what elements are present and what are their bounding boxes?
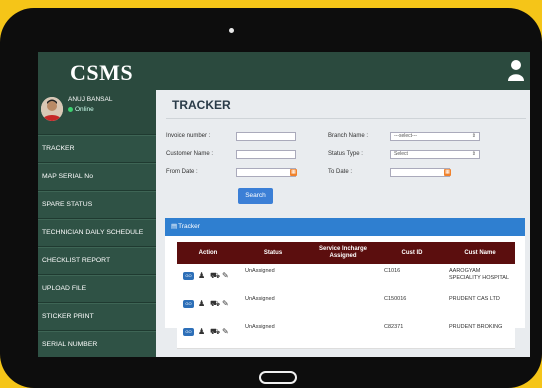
search-button[interactable]: Search xyxy=(238,188,273,204)
table-row: GO ♟ ⛟ ✎ UnAssigned C150016 PRUDENT CAS … xyxy=(177,292,515,321)
assign-user-icon[interactable]: ♟ xyxy=(198,327,206,337)
sidebar-item-checklist-report[interactable]: CHECKLIST REPORT xyxy=(38,247,156,275)
assign-user-icon[interactable]: ♟ xyxy=(198,299,206,309)
header-action: Action xyxy=(198,249,218,256)
sidebar-item-map-serial[interactable]: MAP SERIAL No xyxy=(38,163,156,191)
cart-icon[interactable]: ⛟ xyxy=(210,271,220,281)
home-button[interactable] xyxy=(259,371,297,384)
user-name: ANUJ BANSAL xyxy=(68,96,113,103)
list-icon: ▤ xyxy=(171,223,178,230)
row-cust-id: C1016 xyxy=(384,268,401,274)
header-service-incharge: Service Incharge Assigned xyxy=(318,246,368,259)
row-cust-name: AAROGYAM SPECIALITY HOSPITAL xyxy=(449,268,510,281)
row-actions: GO ♟ ⛟ ✎ xyxy=(183,326,230,338)
header-cust-name: Cust Name xyxy=(464,249,496,256)
tablet-frame: CSMS ANUJ BANSAL Online TRACKER MAP SERI… xyxy=(0,8,542,388)
status-type-select[interactable]: Select ⇕ xyxy=(390,150,480,159)
row-status: UnAssigned xyxy=(245,268,275,274)
calendar-icon[interactable]: ▦ xyxy=(444,169,451,176)
header-status: Status xyxy=(263,249,283,256)
customer-input[interactable] xyxy=(236,150,296,159)
chevron-updown-icon: ⇕ xyxy=(471,133,476,139)
main-content: TRACKER Invoice number : Branch Name : -… xyxy=(156,90,530,357)
table-header-row: Action Status Service Incharge Assigned … xyxy=(177,242,515,264)
tag-icon[interactable]: ✎ xyxy=(222,299,230,309)
chevron-updown-icon: ⇕ xyxy=(471,151,476,157)
table-row: GO ♟ ⛟ ✎ UnAssigned C1016 AAROGYAM SPECI… xyxy=(177,264,515,293)
sidebar: ANUJ BANSAL Online TRACKER MAP SERIAL No… xyxy=(38,90,156,357)
branch-select-value: ---select--- xyxy=(394,133,418,139)
calendar-icon[interactable]: ▦ xyxy=(290,169,297,176)
tag-icon[interactable]: ✎ xyxy=(222,327,230,337)
row-cust-id: C82371 xyxy=(384,324,404,330)
tag-icon[interactable]: ✎ xyxy=(222,271,230,281)
sidebar-item-tracker[interactable]: TRACKER xyxy=(38,135,156,163)
branch-label: Branch Name : xyxy=(328,133,369,139)
header-cust-id: Cust ID xyxy=(401,249,423,256)
row-actions: GO ♟ ⛟ ✎ xyxy=(183,270,230,282)
sidebar-item-serial-number[interactable]: SERIAL NUMBER xyxy=(38,331,156,357)
branch-select[interactable]: ---select--- ⇕ xyxy=(390,132,480,141)
status-type-label: Status Type : xyxy=(328,151,363,157)
tracker-panel-header: ▤Tracker xyxy=(165,218,525,236)
camera-dot xyxy=(229,28,234,33)
invoice-input[interactable] xyxy=(236,132,296,141)
title-divider xyxy=(166,118,526,119)
app-logo: CSMS xyxy=(70,60,134,85)
from-date-input[interactable] xyxy=(236,168,296,177)
row-status: UnAssigned xyxy=(245,296,275,302)
table-row: GO ♟ ⛟ ✎ UnAssigned C82371 PRUDENT BROKI… xyxy=(177,320,515,349)
cart-icon[interactable]: ⛟ xyxy=(210,299,220,309)
user-profile: ANUJ BANSAL Online xyxy=(38,90,156,135)
sidebar-item-sticker-print[interactable]: STICKER PRINT xyxy=(38,303,156,331)
sidebar-item-spare-status[interactable]: SPARE STATUS xyxy=(38,191,156,219)
row-actions: GO ♟ ⛟ ✎ xyxy=(183,298,230,310)
go-icon[interactable]: GO xyxy=(183,300,194,308)
go-icon[interactable]: GO xyxy=(183,328,194,336)
page-title: TRACKER xyxy=(172,98,231,112)
status-type-value: Select xyxy=(394,151,408,157)
avatar xyxy=(41,97,63,121)
online-status-dot xyxy=(68,106,73,112)
go-icon[interactable]: GO xyxy=(183,272,194,280)
to-date-input[interactable] xyxy=(390,168,450,177)
assign-user-icon[interactable]: ♟ xyxy=(198,271,206,281)
user-status-text: Online xyxy=(75,106,94,113)
row-cust-name: PRUDENT CAS LTD xyxy=(449,296,500,302)
top-bar: CSMS xyxy=(38,52,530,90)
tracker-panel-title: Tracker xyxy=(178,223,200,230)
from-date-label: From Date : xyxy=(166,169,198,175)
sidebar-item-upload-file[interactable]: UPLOAD FILE xyxy=(38,275,156,303)
row-cust-id: C150016 xyxy=(384,296,407,302)
app-screen: CSMS ANUJ BANSAL Online TRACKER MAP SERI… xyxy=(38,52,530,357)
tracker-panel: ▤Tracker Action Status Service Incharge … xyxy=(165,218,525,349)
customer-label: Customer Name : xyxy=(166,151,214,157)
row-cust-name: PRUDENT BROKING xyxy=(449,324,503,330)
sidebar-item-technician-schedule[interactable]: TECHNICIAN DAILY SCHEDULE xyxy=(38,219,156,247)
cart-icon[interactable]: ⛟ xyxy=(210,327,220,337)
row-status: UnAssigned xyxy=(245,324,275,330)
to-date-label: To Date : xyxy=(328,169,353,175)
invoice-label: Invoice number : xyxy=(166,133,211,139)
user-status: Online xyxy=(68,106,94,113)
user-icon[interactable] xyxy=(508,59,524,81)
